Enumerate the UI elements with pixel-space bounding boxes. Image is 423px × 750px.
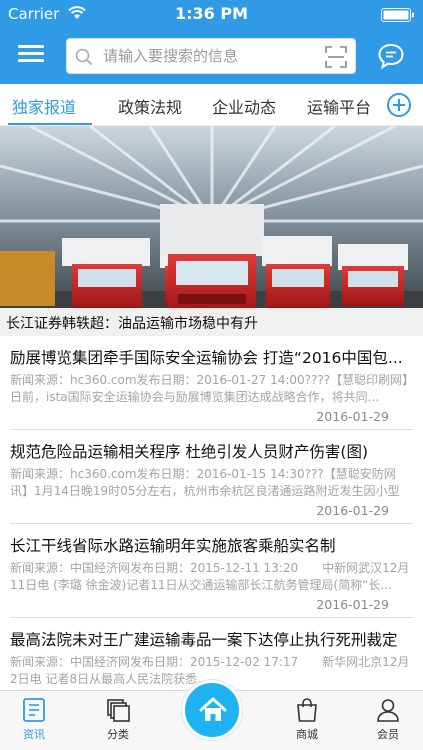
- banner-image: [0, 126, 423, 336]
- menu-icon-bar: [18, 52, 44, 55]
- add-tab-button[interactable]: [387, 93, 411, 117]
- home-button[interactable]: [182, 680, 242, 740]
- news-date: 2016-01-29: [316, 597, 389, 612]
- tabbar-mall[interactable]: 商城: [277, 697, 337, 742]
- top-nav: [0, 28, 423, 84]
- tabbar-member[interactable]: 会员: [358, 697, 418, 742]
- search-box[interactable]: [66, 38, 356, 74]
- news-date: 2016-01-29: [316, 503, 389, 518]
- menu-icon-bar: [18, 45, 44, 48]
- banner-caption-bar: 长江证券韩轶超：油品运输市场稳中有升: [0, 308, 423, 336]
- battery-icon: [381, 8, 414, 22]
- category-icon: [107, 699, 130, 722]
- tabbar-news[interactable]: 资讯: [4, 691, 64, 750]
- news-title: 最高法院未对王广建运输毒品一案下达停止执行死刑裁定: [10, 631, 398, 649]
- tab-company-news[interactable]: 企业动态: [212, 94, 276, 118]
- banner-caption: 长江证券韩轶超：油品运输市场稳中有升: [6, 316, 258, 332]
- news-summary: 新闻来源：hc360.com发布日期：2016-01-15 14:30???【慧…: [10, 467, 400, 498]
- tab-exclusive-report[interactable]: 独家报道: [12, 94, 76, 118]
- menu-button[interactable]: [18, 42, 46, 70]
- tabbar-news-label: 资讯: [23, 728, 45, 741]
- news-item[interactable]: 长江干线省际水路运输明年实施旅客乘船实名制 新闻来源：中国经济网发布日期：201…: [10, 524, 413, 618]
- news-title: 励展博览集团牵手国际安全运输协会 打造“2016中国包...: [10, 349, 403, 367]
- menu-icon-bar: [18, 59, 44, 62]
- news-item[interactable]: 规范危险品运输相关程序 杜绝引发人员财产伤害(图) 新闻来源：hc360.com…: [10, 430, 413, 524]
- home-icon: [199, 697, 227, 721]
- shopping-bag-icon: [297, 698, 317, 722]
- search-icon: [75, 48, 93, 66]
- message-icon[interactable]: [377, 42, 405, 70]
- active-tab-indicator: [8, 123, 92, 125]
- status-bar: Carrier 1:36 PM: [0, 0, 423, 28]
- tabbar-category[interactable]: 分类: [88, 697, 148, 742]
- tab-transport-platform[interactable]: 运输平台: [307, 94, 371, 118]
- news-summary: 新闻来源：hc360.com发布日期：2016-01-27 14:00????【…: [10, 373, 409, 404]
- news-date: 2016-01-29: [316, 409, 389, 424]
- scan-icon[interactable]: [325, 46, 347, 68]
- news-title: 长江干线省际水路运输明年实施旅客乘船实名制: [10, 537, 336, 555]
- status-time: 1:36 PM: [174, 4, 248, 23]
- tabbar-category-label: 分类: [107, 728, 129, 741]
- news-summary: 新闻来源：中国经济网发布日期：2015-12-11 13:20 中新网武汉12月…: [10, 561, 410, 592]
- tabbar-mall-label: 商城: [296, 728, 318, 741]
- banner-carousel[interactable]: 长江证券韩轶超：油品运输市场稳中有升: [0, 126, 423, 336]
- news-title: 规范危险品运输相关程序 杜绝引发人员财产伤害(图): [10, 443, 369, 461]
- person-icon: [377, 699, 399, 722]
- news-icon: [23, 698, 45, 722]
- news-item[interactable]: 励展博览集团牵手国际安全运输协会 打造“2016中国包... 新闻来源：hc36…: [10, 336, 413, 430]
- tabbar-member-label: 会员: [377, 728, 399, 741]
- search-input[interactable]: [103, 39, 309, 73]
- category-tabs: 独家报道 政策法规 企业动态 运输平台: [0, 84, 423, 126]
- news-list: 励展博览集团牵手国际安全运输协会 打造“2016中国包... 新闻来源：hc36…: [0, 336, 423, 690]
- tab-policy-regulations[interactable]: 政策法规: [118, 94, 182, 118]
